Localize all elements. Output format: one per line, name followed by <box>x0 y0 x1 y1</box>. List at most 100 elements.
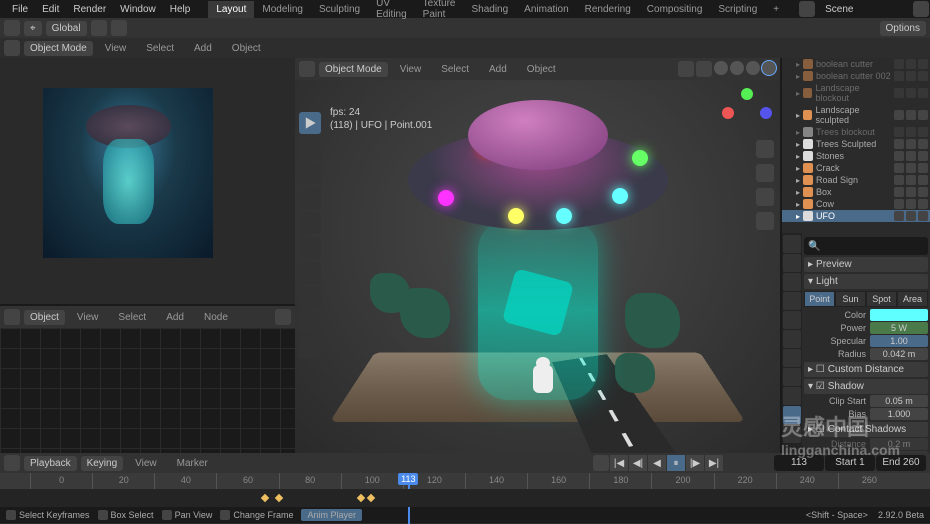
node-editor-grid[interactable] <box>0 328 295 453</box>
jump-end-icon[interactable]: ▶| <box>705 455 723 471</box>
vp-menu-view-l[interactable]: View <box>97 40 135 57</box>
light-type-area[interactable]: Area <box>897 291 928 307</box>
render-toggle-icon[interactable] <box>918 151 928 161</box>
outliner-item[interactable]: ▸Trees Sculpted <box>782 138 930 150</box>
editor-type-icon[interactable] <box>4 40 20 56</box>
ptab-data-icon[interactable] <box>783 406 801 424</box>
keyframe[interactable] <box>357 494 365 502</box>
sel-toggle-icon[interactable] <box>906 163 916 173</box>
overlay-toggle-icon[interactable] <box>678 61 694 77</box>
viewlayer-icon[interactable] <box>913 1 929 17</box>
ne-menu-view[interactable]: View <box>69 309 107 326</box>
ne-menu-select[interactable]: Select <box>110 309 154 326</box>
ws-tab-add[interactable]: + <box>765 1 787 18</box>
scene-icon[interactable] <box>799 1 815 17</box>
render-toggle-icon[interactable] <box>918 127 928 137</box>
ne-menu-node[interactable]: Node <box>196 309 236 326</box>
ne-object-dropdown[interactable]: Object <box>24 310 65 325</box>
outliner-item[interactable]: ▸Cow <box>782 198 930 210</box>
play-tool-icon[interactable] <box>299 112 321 134</box>
vis-toggle-icon[interactable] <box>894 110 904 120</box>
outliner-item[interactable]: ▸Landscape blockout <box>782 82 930 104</box>
zoom-icon[interactable] <box>756 140 774 158</box>
vis-toggle-icon[interactable] <box>894 151 904 161</box>
play-reverse-icon[interactable]: ◀ <box>648 455 666 471</box>
outliner-item[interactable]: ▸boolean cutter 002 <box>782 70 930 82</box>
rotate-tool-icon[interactable] <box>299 212 321 234</box>
vp-menu-add[interactable]: Add <box>481 61 515 78</box>
vis-toggle-icon[interactable] <box>894 127 904 137</box>
ptab-viewlayer-icon[interactable] <box>783 273 801 291</box>
render-toggle-icon[interactable] <box>918 59 928 69</box>
ptab-world-icon[interactable] <box>783 311 801 329</box>
persp-icon[interactable] <box>756 212 774 230</box>
autokey-icon[interactable] <box>593 455 609 471</box>
menu-edit[interactable]: Edit <box>36 2 65 17</box>
outliner[interactable]: ▸boolean cutter▸boolean cutter 002▸Lands… <box>782 58 930 233</box>
vis-toggle-icon[interactable] <box>894 187 904 197</box>
render-toggle-icon[interactable] <box>918 71 928 81</box>
vis-toggle-icon[interactable] <box>894 88 904 98</box>
mode-selector-left[interactable]: Object Mode <box>24 41 93 56</box>
power-value[interactable]: 5 W <box>870 322 928 334</box>
rendered-shading-icon[interactable] <box>762 61 776 75</box>
matprev-shading-icon[interactable] <box>746 61 760 75</box>
gizmo-y-icon[interactable] <box>741 88 753 100</box>
addcube-tool-icon[interactable] <box>299 337 321 359</box>
preview-panel-header[interactable]: ▸ Preview <box>804 257 928 272</box>
viewport-main[interactable]: Object Mode View Select Add Object fps: … <box>295 58 780 453</box>
vis-toggle-icon[interactable] <box>894 211 904 221</box>
end-frame-field[interactable]: End 260 <box>876 455 926 471</box>
timeline-tracks[interactable] <box>0 489 930 507</box>
vp-menu-object-l[interactable]: Object <box>224 40 269 57</box>
outliner-item[interactable]: ▸Crack <box>782 162 930 174</box>
ws-tab-sculpting[interactable]: Sculpting <box>311 1 368 18</box>
measure-tool-icon[interactable] <box>299 312 321 334</box>
tl-menu-marker[interactable]: Marker <box>169 455 216 472</box>
select-tool-icon[interactable] <box>299 137 321 159</box>
outliner-item[interactable]: ▸UFO <box>782 210 930 222</box>
vp-menu-select[interactable]: Select <box>433 61 477 78</box>
render-toggle-icon[interactable] <box>918 139 928 149</box>
render-toggle-icon[interactable] <box>918 211 928 221</box>
gizmo-x-icon[interactable] <box>722 107 734 119</box>
specular-value[interactable]: 1.00 <box>870 335 928 347</box>
outliner-item[interactable]: ▸Box <box>782 186 930 198</box>
ptab-material-icon[interactable] <box>783 425 801 443</box>
pan-icon[interactable] <box>756 164 774 182</box>
sel-toggle-icon[interactable] <box>906 175 916 185</box>
start-frame-field[interactable]: Start 1 <box>825 455 875 471</box>
vp-menu-add-l[interactable]: Add <box>186 40 220 57</box>
gizmo-z-icon[interactable] <box>760 107 772 119</box>
render-toggle-icon[interactable] <box>918 88 928 98</box>
contact-shadows-header[interactable]: ▸ ☐ Contact Shadows <box>804 422 928 437</box>
outliner-item[interactable]: ▸Stones <box>782 150 930 162</box>
current-frame-field[interactable]: 113 <box>774 455 824 471</box>
move-tool-icon[interactable] <box>299 187 321 209</box>
ptab-render-icon[interactable] <box>783 235 801 253</box>
ptab-modifier-icon[interactable] <box>783 349 801 367</box>
mode-selector-main[interactable]: Object Mode <box>319 62 388 77</box>
cursor-tool-icon[interactable] <box>299 162 321 184</box>
annotate-tool-icon[interactable] <box>299 287 321 309</box>
ne-menu-add[interactable]: Add <box>158 309 192 326</box>
sel-toggle-icon[interactable] <box>906 187 916 197</box>
jump-start-icon[interactable]: |◀ <box>610 455 628 471</box>
xray-toggle-icon[interactable] <box>696 61 712 77</box>
sel-toggle-icon[interactable] <box>906 88 916 98</box>
ws-tab-shading[interactable]: Shading <box>463 1 516 18</box>
scene-name-input[interactable] <box>819 2 909 17</box>
sel-toggle-icon[interactable] <box>906 139 916 149</box>
vis-toggle-icon[interactable] <box>894 163 904 173</box>
color-swatch[interactable] <box>870 309 928 321</box>
cursor-icon[interactable] <box>4 20 20 36</box>
render-preview-viewport[interactable] <box>0 58 295 306</box>
vp-menu-object[interactable]: Object <box>519 61 564 78</box>
pause-icon[interactable]: ⏸ <box>667 455 685 471</box>
light-panel-header[interactable]: ▾ Light <box>804 274 928 289</box>
menu-help[interactable]: Help <box>164 2 197 17</box>
keyframe[interactable] <box>261 494 269 502</box>
keyframe[interactable] <box>367 494 375 502</box>
cs-distance-value[interactable]: 0.2 m <box>870 438 928 450</box>
sel-toggle-icon[interactable] <box>906 151 916 161</box>
